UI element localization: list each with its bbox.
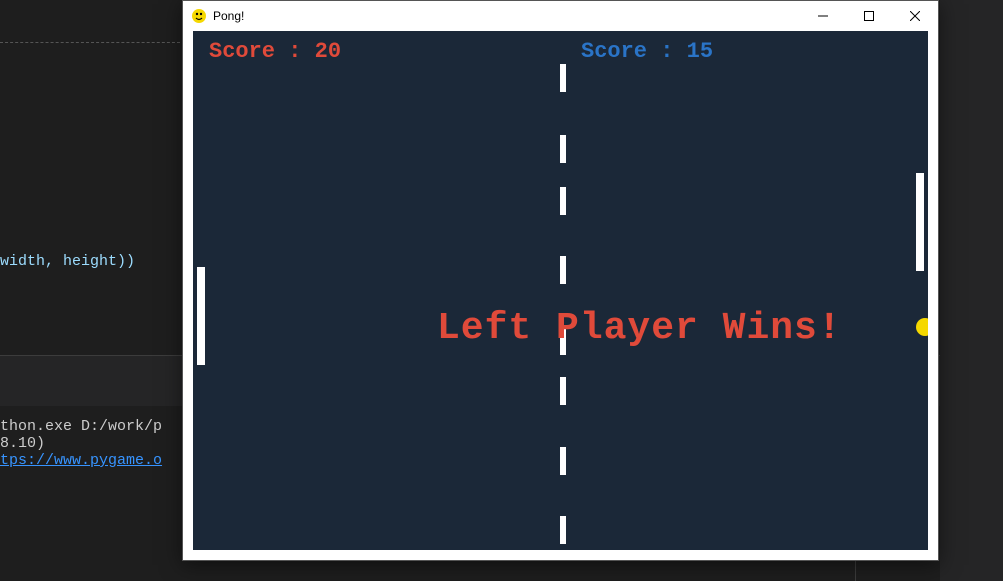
terminal-line: thon.exe D:/work/p (0, 418, 162, 435)
editor-preview-gutter (940, 0, 1003, 581)
editor-code-line: width, height)) (0, 253, 135, 270)
center-dash (560, 516, 566, 544)
center-dash (560, 187, 566, 215)
ball (916, 318, 928, 336)
maximize-button[interactable] (846, 1, 892, 31)
win-message: Left Player Wins! (437, 307, 842, 350)
minimize-button[interactable] (800, 1, 846, 31)
window-controls (800, 1, 938, 31)
center-net (560, 31, 566, 550)
center-dash (560, 447, 566, 475)
maximize-icon (864, 11, 874, 21)
terminal-link[interactable]: tps://www.pygame.o (0, 452, 162, 469)
terminal-line: 8.10) (0, 435, 162, 452)
terminal-output: thon.exe D:/work/p 8.10) tps://www.pygam… (0, 418, 162, 469)
center-dash (560, 64, 566, 92)
center-dash (560, 135, 566, 163)
center-dash (560, 377, 566, 405)
game-canvas[interactable]: Score : 20 Score : 15 Left Player Wins! (193, 31, 928, 550)
center-dash (560, 256, 566, 284)
terminal-link-line: tps://www.pygame.o (0, 452, 162, 469)
minimize-icon (818, 11, 828, 21)
score-right: Score : 15 (581, 39, 713, 64)
paddle-left (197, 267, 205, 365)
paddle-right (916, 173, 924, 271)
editor-fold-line (0, 42, 180, 43)
window-icon (191, 8, 207, 24)
window-title: Pong! (213, 9, 244, 23)
score-left: Score : 20 (209, 39, 341, 64)
close-button[interactable] (892, 1, 938, 31)
game-window: Pong! Score : 20 Score : 15 Left Player … (182, 0, 939, 561)
window-titlebar[interactable]: Pong! (183, 1, 938, 31)
close-icon (910, 11, 920, 21)
